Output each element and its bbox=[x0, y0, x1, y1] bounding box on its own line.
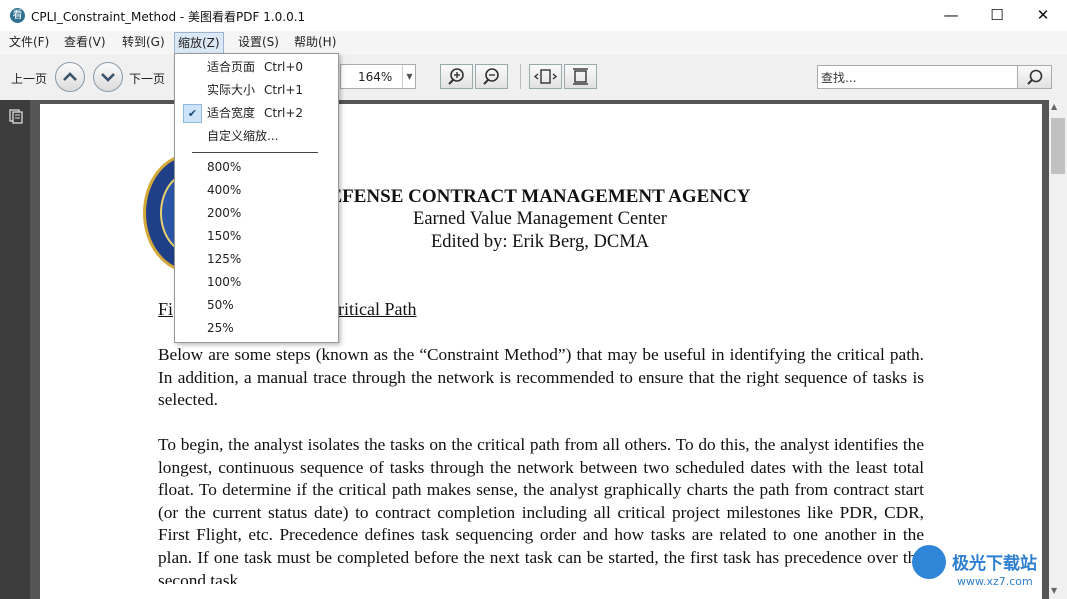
watermark-url: www.xz7.com bbox=[957, 575, 1033, 588]
chevron-up-icon bbox=[63, 72, 77, 81]
menu-item-label: 实际大小 bbox=[207, 83, 256, 97]
menu-item-label: 200% bbox=[207, 206, 242, 220]
scroll-down-arrow-icon[interactable]: ▼ bbox=[1051, 586, 1057, 595]
zoom-menu-item-fit-page[interactable]: 适合页面 Ctrl+0 bbox=[175, 56, 337, 79]
menu-file[interactable]: 文件(F) bbox=[6, 31, 52, 53]
prev-page-label[interactable]: 上一页 bbox=[11, 70, 47, 87]
doc-heading-left: Fi bbox=[158, 299, 174, 319]
menu-item-label: 125% bbox=[207, 252, 242, 266]
menu-item-label: 150% bbox=[207, 229, 242, 243]
search-icon bbox=[1027, 69, 1043, 85]
doc-paragraph-2: To begin, the analyst isolates the tasks… bbox=[158, 435, 924, 584]
menu-item-label: 适合宽度 bbox=[207, 106, 256, 120]
next-page-button[interactable] bbox=[93, 62, 123, 92]
toolbar-divider bbox=[520, 64, 521, 89]
zoom-preset-25[interactable]: 25% bbox=[175, 317, 337, 340]
fit-width-icon bbox=[533, 69, 558, 84]
menu-item-label: 100% bbox=[207, 275, 242, 289]
menu-item-label: 适合页面 bbox=[207, 60, 256, 74]
menu-item-shortcut: Ctrl+0 bbox=[264, 60, 304, 74]
menu-item-shortcut: Ctrl+2 bbox=[264, 106, 304, 120]
menu-item-label: 50% bbox=[207, 298, 234, 312]
menu-goto[interactable]: 转到(G) bbox=[119, 31, 168, 53]
menu-settings[interactable]: 设置(S) bbox=[235, 31, 282, 53]
watermark-logo bbox=[912, 545, 946, 579]
next-page-label[interactable]: 下一页 bbox=[129, 70, 165, 87]
zoom-out-icon bbox=[483, 68, 499, 85]
minimize-button[interactable]: — bbox=[928, 0, 974, 31]
zoom-preset-100[interactable]: 100% bbox=[175, 271, 337, 294]
doc-paragraph-1: Below are some steps (known as the “Cons… bbox=[158, 345, 924, 410]
search-placeholder[interactable]: 查找... bbox=[821, 69, 856, 86]
close-button[interactable]: ✕ bbox=[1020, 0, 1066, 31]
sidebar bbox=[0, 100, 30, 599]
zoom-out-button[interactable] bbox=[475, 64, 508, 89]
fit-width-button[interactable] bbox=[529, 64, 562, 89]
menu-help[interactable]: 帮助(H) bbox=[291, 31, 339, 53]
window-title: CPLI_Constraint_Method - 美图看看PDF 1.0.0.1 bbox=[31, 10, 306, 24]
zoom-menu-item-fit-width[interactable]: ✔ 适合宽度 Ctrl+2 bbox=[175, 102, 337, 125]
menu-separator bbox=[192, 152, 318, 153]
zoom-preset-150[interactable]: 150% bbox=[175, 225, 337, 248]
menu-view[interactable]: 查看(V) bbox=[61, 31, 109, 53]
zoom-dropdown-arrow-icon[interactable]: ▼ bbox=[402, 65, 416, 88]
search-button[interactable] bbox=[1017, 65, 1052, 89]
pages-panel-icon[interactable] bbox=[8, 108, 24, 124]
app-icon: 看 bbox=[10, 8, 25, 23]
menu-item-label: 800% bbox=[207, 160, 242, 174]
watermark-text: 极光下载站 bbox=[952, 554, 1037, 574]
menu-item-shortcut: Ctrl+1 bbox=[264, 83, 304, 97]
menu-item-label: 自定义缩放... bbox=[207, 129, 279, 143]
prev-page-button[interactable] bbox=[55, 62, 85, 92]
doc-editor: Edited by: Erik Berg, DCMA bbox=[430, 232, 650, 252]
chevron-down-icon bbox=[101, 73, 115, 82]
zoom-preset-50[interactable]: 50% bbox=[175, 294, 337, 317]
checkmark-icon: ✔ bbox=[183, 104, 202, 123]
doc-center-title: Earned Value Management Center bbox=[413, 209, 667, 229]
scroll-up-arrow-icon[interactable]: ▲ bbox=[1051, 102, 1057, 111]
zoom-preset-200[interactable]: 200% bbox=[175, 202, 337, 225]
zoom-value[interactable]: 164% bbox=[358, 70, 392, 84]
zoom-preset-400[interactable]: 400% bbox=[175, 179, 337, 202]
fit-page-icon bbox=[573, 68, 588, 85]
menu-zoom[interactable]: 缩放(Z) bbox=[174, 32, 224, 54]
menu-item-label: 400% bbox=[207, 183, 242, 197]
zoom-preset-125[interactable]: 125% bbox=[175, 248, 337, 271]
zoom-in-icon bbox=[448, 68, 464, 85]
maximize-button[interactable]: ☐ bbox=[974, 0, 1020, 31]
zoom-preset-800[interactable]: 800% bbox=[175, 156, 337, 179]
doc-heading-right: ritical Path bbox=[338, 299, 417, 319]
scrollbar-thumb[interactable] bbox=[1051, 118, 1065, 174]
menu-item-label: 25% bbox=[207, 321, 234, 335]
zoom-in-button[interactable] bbox=[440, 64, 473, 89]
doc-agency-title: EFENSE CONTRACT MANAGEMENT AGENCY bbox=[329, 186, 751, 207]
fit-page-button[interactable] bbox=[564, 64, 597, 89]
zoom-menu-item-actual-size[interactable]: 实际大小 Ctrl+1 bbox=[175, 79, 337, 102]
zoom-menu-item-custom[interactable]: 自定义缩放... bbox=[175, 125, 337, 148]
vertical-scrollbar[interactable] bbox=[1049, 100, 1067, 599]
